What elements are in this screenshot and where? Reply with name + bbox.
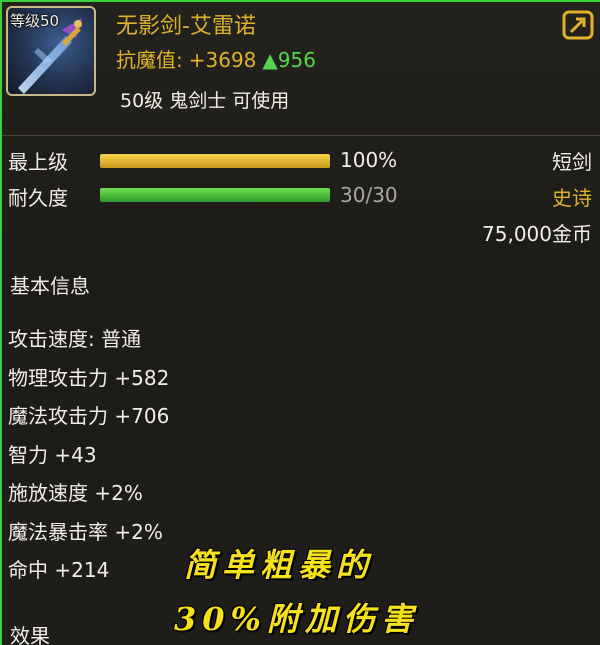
item-title: 无影剑-艾雷诺 xyxy=(116,14,256,39)
sword-icon[interactable]: 等级50 xyxy=(6,6,96,96)
stat-line: 物理攻击力 +582 xyxy=(8,365,170,390)
magic-resist-row: 抗魔值: +3698 ▲956 xyxy=(116,44,316,73)
share-icon[interactable] xyxy=(562,10,594,40)
stat-line: 命中 +214 xyxy=(8,558,110,582)
price-text: 75,000金币 xyxy=(482,222,592,246)
magic-resist-value: +3698 xyxy=(188,48,257,72)
item-tooltip-panel: 等级50 无影剑-艾雷诺 抗魔值: +3698 ▲956 50级 鬼剑士 可使用 最… xyxy=(0,0,600,645)
durability-value: 30/30 xyxy=(340,183,398,207)
rarity-tag: 史诗 xyxy=(552,186,592,210)
durability-bar-fill xyxy=(100,188,330,202)
grade-label: 最上级 xyxy=(8,150,68,174)
stat-line: 施放速度 +2% xyxy=(8,481,143,505)
durability-label: 耐久度 xyxy=(8,186,68,210)
promo-caption-line1: 简单粗暴的 xyxy=(184,546,375,584)
stats-list: 攻击速度: 普通物理攻击力 +582 魔法攻击力 +706 智力 +43 施放速度 +… xyxy=(8,320,169,590)
durability-bar xyxy=(100,188,330,202)
stat-line: 魔法暴击率 +2% xyxy=(8,519,163,544)
effects-heading: 效果 xyxy=(10,624,50,645)
stat-line: 智力 +43 xyxy=(8,442,97,467)
header-divider xyxy=(2,135,600,136)
grade-value: 100% xyxy=(340,148,398,172)
promo-caption-line2: 30%附加伤害 xyxy=(174,600,419,638)
magic-resist-label: 抗魔值: xyxy=(116,48,183,72)
grade-bar-fill xyxy=(100,154,330,168)
grade-bar xyxy=(100,154,330,168)
stat-line: 魔法攻击力 +706 xyxy=(8,404,170,428)
stat-line: 攻击速度: 普通 xyxy=(8,327,142,351)
item-level-badge: 等级50 xyxy=(10,12,60,30)
weapon-type-tag: 短剑 xyxy=(552,150,592,174)
basic-info-heading: 基本信息 xyxy=(10,274,90,298)
magic-resist-gain: ▲956 xyxy=(262,48,316,72)
usage-requirement: 50级 鬼剑士 可使用 xyxy=(120,90,290,112)
